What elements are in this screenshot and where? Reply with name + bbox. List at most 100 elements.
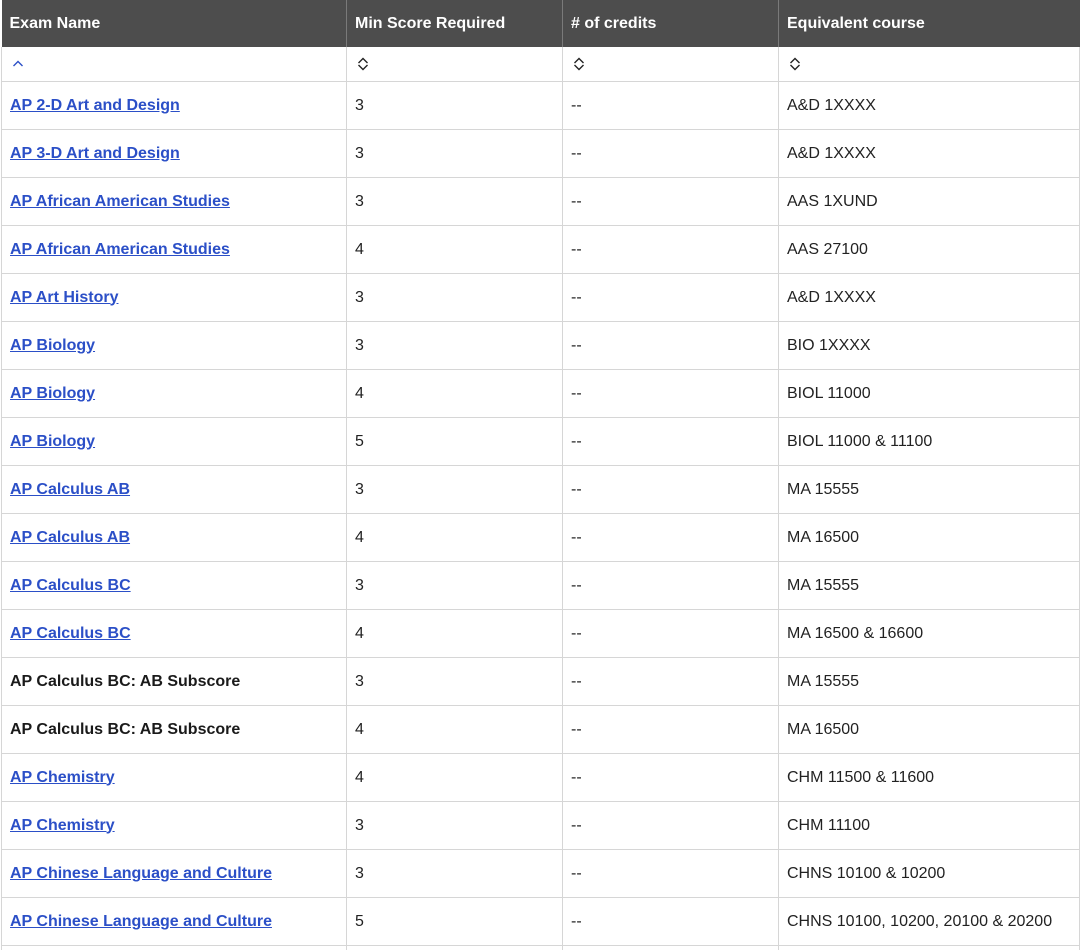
cell-credits: -- — [562, 561, 779, 610]
header-row: Exam Name Min Score Required # of credit… — [1, 0, 1080, 47]
cell-credits: -- — [562, 273, 779, 322]
cell-credits: -- — [562, 705, 779, 754]
exam-name-link[interactable]: AP Chemistry — [10, 769, 115, 786]
cell-credits: -- — [562, 369, 779, 418]
table-row: AP Art History 3 -- A&D 1XXXX — [1, 273, 1080, 322]
exam-name-link[interactable]: AP Calculus AB — [10, 529, 130, 546]
sort-updown-icon[interactable] — [571, 56, 587, 72]
table-row: AP Biology 4 -- BIOL 11000 — [1, 369, 1080, 418]
exam-name-link[interactable]: AP Art History — [10, 289, 118, 306]
cell-exam-name: AP Biology — [1, 417, 347, 466]
cell-equivalent-course: A&D 1XXXX — [778, 129, 1080, 178]
cell-equivalent-course — [778, 945, 1080, 950]
cell-credits: -- — [562, 321, 779, 370]
table-row: AP Calculus AB 3 -- MA 15555 — [1, 465, 1080, 514]
cell-exam-name: AP Chemistry — [1, 801, 347, 850]
cell-exam-name: AP Calculus BC — [1, 561, 347, 610]
cell-equivalent-course: BIOL 11000 & 11100 — [778, 417, 1080, 466]
table-row: AP Calculus AB 4 -- MA 16500 — [1, 513, 1080, 562]
cell-equivalent-course: MA 15555 — [778, 561, 1080, 610]
cell-credits: -- — [562, 801, 779, 850]
column-header-credits[interactable]: # of credits — [562, 0, 779, 47]
cell-min-score: 3 — [346, 177, 563, 226]
sort-cell-min-score — [346, 47, 563, 82]
exam-name-link[interactable]: AP Calculus BC — [10, 625, 131, 642]
exam-name-link[interactable]: AP Chinese Language and Culture — [10, 913, 272, 930]
exam-name-link[interactable]: AP Chinese Language and Culture — [10, 865, 272, 882]
cell-credits: -- — [562, 81, 779, 130]
exam-name-link[interactable]: AP Calculus BC — [10, 577, 131, 594]
transfer-credit-table-container: Exam Name Min Score Required # of credit… — [0, 0, 1080, 950]
exam-name-link[interactable]: AP African American Studies — [10, 193, 230, 210]
cell-min-score: 5 — [346, 417, 563, 466]
cell-exam-name: AP Art History — [1, 273, 347, 322]
exam-name-link[interactable]: AP Biology — [10, 433, 95, 450]
cell-credits: -- — [562, 417, 779, 466]
exam-name-link[interactable]: AP 3-D Art and Design — [10, 145, 180, 162]
column-header-exam-name[interactable]: Exam Name — [1, 0, 347, 47]
cell-exam-name: AP Calculus AB — [1, 465, 347, 514]
table-row: AP Chinese Language and Culture 5 -- CHNS 1… — [1, 897, 1080, 946]
cell-credits: -- — [562, 513, 779, 562]
table-row: AP Chemistry 4 -- CHM 11500 & 11600 — [1, 753, 1080, 802]
table-row: AP Chemistry 3 -- CHM 11100 — [1, 801, 1080, 850]
cell-min-score: 4 — [346, 753, 563, 802]
cell-equivalent-course: A&D 1XXXX — [778, 273, 1080, 322]
cell-min-score: 3 — [346, 849, 563, 898]
exam-name-link[interactable]: AP Calculus AB — [10, 481, 130, 498]
table-row: AP African American Studies 4 -- AAS 27100 — [1, 225, 1080, 274]
cell-equivalent-course: MA 16500 — [778, 513, 1080, 562]
cell-equivalent-course: MA 15555 — [778, 465, 1080, 514]
cell-exam-name: AP Chinese Language and Culture — [1, 897, 347, 946]
cell-equivalent-course: BIOL 11000 — [778, 369, 1080, 418]
table-body: AP 2-D Art and Design 3 -- A&D 1XXXX AP 3-D … — [1, 47, 1080, 950]
cell-equivalent-course: CHNS 10100, 10200, 20100 & 20200 — [778, 897, 1080, 946]
column-header-min-score[interactable]: Min Score Required — [346, 0, 563, 47]
table-header: Exam Name Min Score Required # of credit… — [1, 0, 1080, 47]
cell-credits: -- — [562, 657, 779, 706]
exam-name-link[interactable]: AP Biology — [10, 337, 95, 354]
sort-updown-icon[interactable] — [787, 56, 803, 72]
cell-min-score: 5 — [346, 897, 563, 946]
column-header-equivalent-course[interactable]: Equivalent course — [778, 0, 1080, 47]
cell-min-score: 4 — [346, 513, 563, 562]
cell-exam-name: AP African American Studies — [1, 225, 347, 274]
cell-equivalent-course: MA 15555 — [778, 657, 1080, 706]
sort-controls-row — [1, 47, 1080, 82]
sort-cell-equivalent-course — [778, 47, 1080, 82]
table-row — [1, 945, 1080, 950]
cell-exam-name: AP 3-D Art and Design — [1, 129, 347, 178]
cell-exam-name — [1, 945, 347, 950]
cell-min-score: 3 — [346, 321, 563, 370]
cell-credits: -- — [562, 609, 779, 658]
cell-credits: -- — [562, 225, 779, 274]
cell-exam-name: AP 2-D Art and Design — [1, 81, 347, 130]
exam-name-link[interactable]: AP Chemistry — [10, 817, 115, 834]
cell-equivalent-course: AAS 27100 — [778, 225, 1080, 274]
cell-exam-name: AP Calculus BC — [1, 609, 347, 658]
exam-name-link[interactable]: AP 2-D Art and Design — [10, 97, 180, 114]
exam-name-text: AP Calculus BC: AB Subscore — [10, 720, 241, 738]
cell-equivalent-course: CHM 11500 & 11600 — [778, 753, 1080, 802]
cell-equivalent-course: BIO 1XXXX — [778, 321, 1080, 370]
cell-min-score: 3 — [346, 81, 563, 130]
exam-name-text: AP Calculus BC: AB Subscore — [10, 672, 241, 690]
cell-min-score: 3 — [346, 273, 563, 322]
cell-min-score: 3 — [346, 465, 563, 514]
transfer-credit-table: Exam Name Min Score Required # of credit… — [1, 0, 1080, 950]
exam-name-link[interactable]: AP Biology — [10, 385, 95, 402]
cell-exam-name: AP Calculus BC: AB Subscore — [1, 657, 347, 706]
table-row: AP Biology 3 -- BIO 1XXXX — [1, 321, 1080, 370]
exam-name-link[interactable]: AP African American Studies — [10, 241, 230, 258]
cell-credits: -- — [562, 849, 779, 898]
cell-credits: -- — [562, 753, 779, 802]
table-row: AP 2-D Art and Design 3 -- A&D 1XXXX — [1, 81, 1080, 130]
sort-updown-icon[interactable] — [355, 56, 371, 72]
table-row: AP Calculus BC 3 -- MA 15555 — [1, 561, 1080, 610]
cell-equivalent-course: MA 16500 & 16600 — [778, 609, 1080, 658]
cell-credits — [562, 945, 779, 950]
cell-min-score: 3 — [346, 129, 563, 178]
table-row: AP Biology 5 -- BIOL 11000 & 11100 — [1, 417, 1080, 466]
chevron-up-icon[interactable] — [10, 56, 26, 72]
cell-exam-name: AP Calculus AB — [1, 513, 347, 562]
